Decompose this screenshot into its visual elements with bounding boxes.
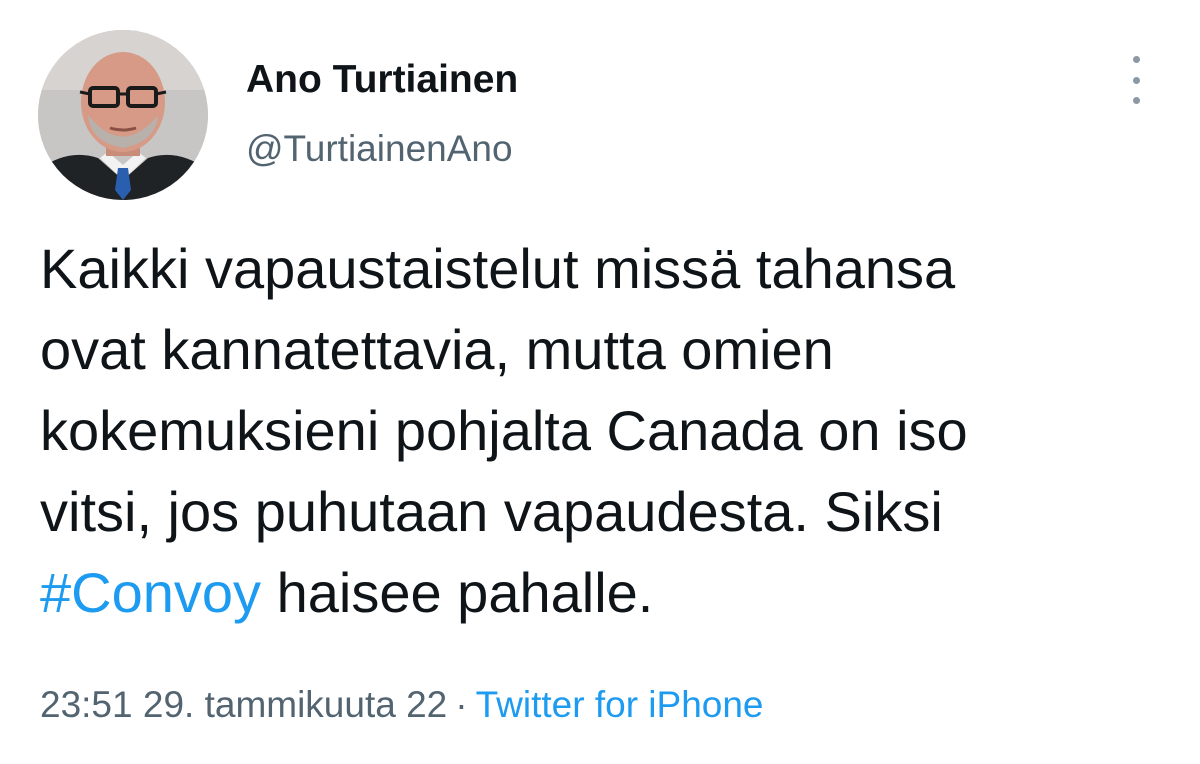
tweet-text-tail: haisee pahalle.	[261, 561, 654, 624]
tweet-text-line: kokemuksieni pohjalta Canada on iso	[40, 399, 968, 462]
avatar[interactable]	[38, 30, 208, 200]
meta-separator: ·	[455, 684, 468, 725]
tweet-text-line: ovat kannatettavia, mutta omien	[40, 318, 834, 381]
tweet-meta: 23:51 29. tammikuuta 22 · Twitter for iPho…	[40, 684, 764, 726]
author-handle[interactable]: @TurtiainenAno	[246, 128, 513, 170]
tweet-text-line: vitsi, jos puhutaan vapaudesta. Siksi	[40, 480, 943, 543]
tweet-text-line-last: #Convoy haisee pahalle.	[40, 552, 1170, 633]
avatar-image	[38, 30, 208, 200]
tweet-card: Ano Turtiainen @TurtiainenAno Kaikki vap…	[0, 0, 1200, 764]
more-dot	[1132, 56, 1140, 63]
author-display-name[interactable]: Ano Turtiainen	[246, 58, 518, 102]
tweet-text-line: Kaikki vapaustaistelut missä tahansa	[40, 237, 956, 300]
tweet-timestamp[interactable]: 23:51 29. tammikuuta 22	[40, 684, 447, 725]
tweet-source-link[interactable]: Twitter for iPhone	[476, 684, 764, 725]
more-dot	[1132, 97, 1140, 104]
tweet-text: Kaikki vapaustaistelut missä tahansa ova…	[40, 228, 1170, 633]
more-dot	[1132, 76, 1140, 84]
more-vertical-icon[interactable]	[1122, 56, 1150, 104]
hashtag-link[interactable]: #Convoy	[40, 561, 261, 624]
